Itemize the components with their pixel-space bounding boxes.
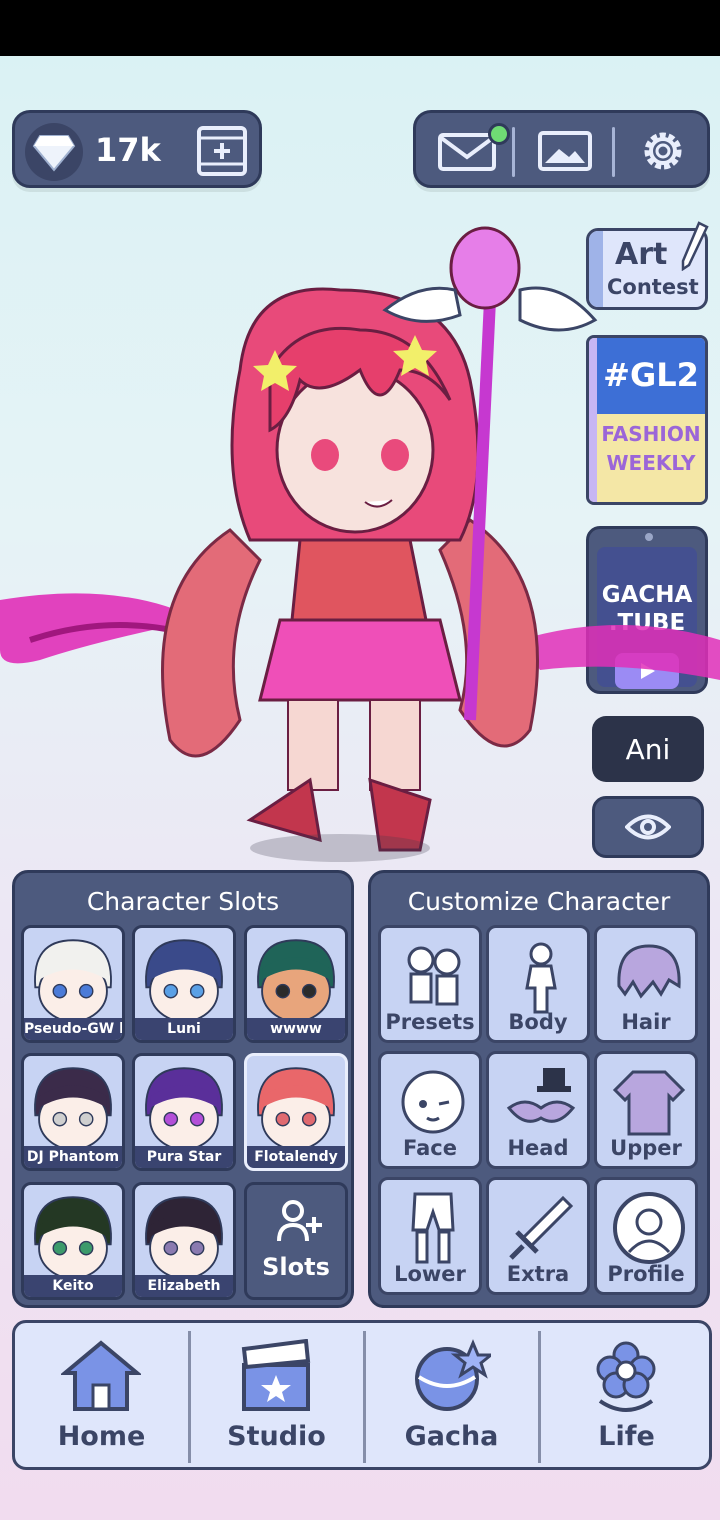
add-user-icon (277, 1200, 322, 1242)
character-avatar (34, 1196, 112, 1280)
character-slot-name: Pseudo-GW bo (24, 1018, 122, 1040)
character-avatar (145, 939, 223, 1023)
upper-tile[interactable]: Upper (594, 1051, 698, 1169)
character-slot-name: Flotalendy (247, 1146, 345, 1168)
character-slot-name: Luni (135, 1018, 233, 1040)
character-avatar (145, 1067, 223, 1151)
character-slot[interactable]: Flotalendy (244, 1053, 348, 1171)
character-slot[interactable]: Luni (132, 925, 236, 1043)
character-slot[interactable]: Elizabeth (132, 1182, 236, 1300)
currency-amount: 17k (95, 131, 161, 169)
home-icon (61, 1340, 141, 1411)
image-icon (538, 131, 592, 171)
face-tile[interactable]: Face (378, 1051, 482, 1169)
currency-panel: 17k (12, 110, 262, 188)
profile-tile[interactable]: Profile (594, 1177, 698, 1295)
extra-label: Extra (506, 1262, 570, 1286)
character-slot[interactable]: wwww (244, 925, 348, 1043)
character-avatar (257, 939, 335, 1023)
character-slot-name: wwww (247, 1018, 345, 1040)
body-tile[interactable]: Body (486, 925, 590, 1043)
character-slot-name: Pura Star (135, 1146, 233, 1168)
character-slot-name: Keito (24, 1275, 122, 1297)
customize-character-panel: Customize Character Presets Body Hair Fa… (368, 870, 710, 1308)
character-slot[interactable]: Keito (21, 1182, 125, 1300)
body-label: Body (508, 1010, 568, 1034)
system-status-bar (0, 0, 720, 56)
mail-button[interactable] (422, 121, 512, 181)
bottom-navigation: Home Studio Gacha Life (12, 1320, 712, 1470)
face-label: Face (403, 1136, 457, 1160)
add-slots-label: Slots (262, 1253, 330, 1281)
lower-tile[interactable]: Lower (378, 1177, 482, 1295)
hair-label: Hair (621, 1010, 671, 1034)
character-avatar (34, 939, 112, 1023)
toolbar-divider (612, 127, 615, 177)
sword-icon (509, 1195, 574, 1260)
gallery-button[interactable] (520, 121, 610, 181)
flower-icon (596, 1341, 656, 1412)
nav-studio-label: Studio (227, 1421, 326, 1452)
nav-home-label: Home (57, 1421, 146, 1452)
body-icon (525, 942, 557, 1014)
gacha-capsule-icon (415, 1339, 491, 1411)
top-right-toolbar (413, 110, 710, 188)
head-label: Head (507, 1136, 569, 1160)
character-slot[interactable]: Pura Star (132, 1053, 236, 1171)
diamond-icon (25, 123, 83, 181)
head-icon (506, 1068, 576, 1123)
nav-studio[interactable]: Studio (190, 1323, 363, 1467)
add-slots-button[interactable]: Slots (244, 1182, 348, 1300)
character-slot[interactable]: DJ Phantom (21, 1053, 125, 1171)
customize-character-title: Customize Character (407, 887, 671, 916)
hair-tile[interactable]: Hair (594, 925, 698, 1043)
character-slot-name: DJ Phantom (24, 1146, 122, 1168)
lower-label: Lower (394, 1262, 466, 1286)
shirt-icon (612, 1070, 686, 1136)
character-preview[interactable] (0, 220, 720, 870)
nav-home[interactable]: Home (15, 1323, 188, 1467)
character-avatar (34, 1067, 112, 1151)
profile-icon (613, 1192, 685, 1264)
gear-icon (644, 132, 682, 170)
notification-dot (488, 123, 510, 145)
character-slots-panel: Character Slots Pseudo-GW bo Luni wwww DJ P… (12, 870, 354, 1308)
nav-life[interactable]: Life (540, 1323, 713, 1467)
character-avatar (145, 1196, 223, 1280)
pants-icon (411, 1192, 455, 1264)
nav-gacha-label: Gacha (404, 1421, 499, 1452)
presets-label: Presets (385, 1010, 475, 1034)
character-slot[interactable]: Pseudo-GW bo (21, 925, 125, 1043)
toolbar-divider (512, 127, 515, 177)
head-tile[interactable]: Head (486, 1051, 590, 1169)
character-avatar (257, 1067, 335, 1151)
presets-icon (407, 946, 461, 1006)
character-slots-title: Character Slots (86, 887, 280, 916)
watch-ad-button[interactable] (195, 125, 249, 177)
extra-tile[interactable]: Extra (486, 1177, 590, 1295)
settings-button[interactable] (618, 121, 708, 181)
nav-gacha[interactable]: Gacha (365, 1323, 538, 1467)
nav-life-label: Life (598, 1421, 655, 1452)
face-icon (401, 1070, 465, 1134)
film-plus-icon (197, 126, 247, 176)
presets-tile[interactable]: Presets (378, 925, 482, 1043)
upper-label: Upper (610, 1136, 682, 1160)
character-slot-name: Elizabeth (135, 1275, 233, 1297)
clapperboard-icon (241, 1339, 311, 1411)
hair-icon (617, 944, 681, 999)
profile-label: Profile (607, 1262, 685, 1286)
